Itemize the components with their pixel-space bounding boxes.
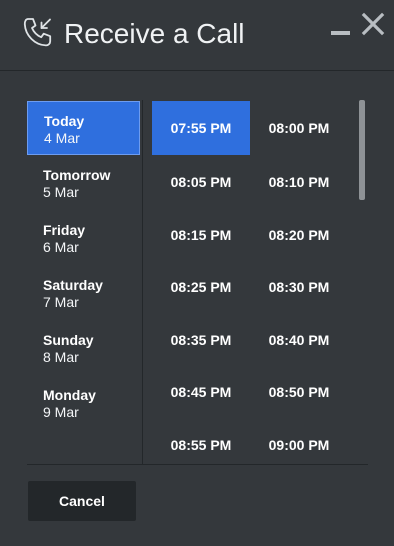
- time-slot[interactable]: 07:55 PM: [152, 101, 250, 155]
- time-slot[interactable]: 08:40 PM: [250, 313, 348, 367]
- day-date: 6 Mar: [43, 239, 79, 255]
- day-date: 8 Mar: [43, 349, 79, 365]
- day-date: 5 Mar: [43, 184, 79, 200]
- receive-call-dialog: Receive a Call Today 4 Mar Tomorrow 5 Ma…: [0, 0, 394, 546]
- close-icon[interactable]: [361, 12, 385, 36]
- day-item-tomorrow[interactable]: Tomorrow 5 Mar: [27, 156, 140, 210]
- day-name: Monday: [43, 387, 96, 403]
- time-slot[interactable]: 08:15 PM: [152, 208, 250, 262]
- day-date: 4 Mar: [44, 130, 80, 146]
- time-slot[interactable]: 08:10 PM: [250, 155, 348, 209]
- footer-divider: [27, 464, 368, 465]
- day-date: 9 Mar: [43, 404, 79, 420]
- day-item-sunday[interactable]: Sunday 8 Mar: [27, 321, 140, 375]
- time-scrollbar[interactable]: [359, 100, 365, 464]
- day-name: Sunday: [43, 332, 94, 348]
- day-list: Today 4 Mar Tomorrow 5 Mar Friday 6 Mar …: [27, 100, 143, 464]
- day-item-monday[interactable]: Monday 9 Mar: [27, 376, 140, 430]
- dialog-title: Receive a Call: [64, 18, 245, 49]
- title-bar: Receive a Call: [0, 0, 394, 71]
- day-item-friday[interactable]: Friday 6 Mar: [27, 211, 140, 265]
- time-slot[interactable]: 08:35 PM: [152, 313, 250, 367]
- scrollbar-thumb[interactable]: [359, 100, 365, 200]
- day-date: 7 Mar: [43, 294, 79, 310]
- time-slot[interactable]: 08:00 PM: [250, 101, 348, 155]
- day-name: Today: [44, 113, 85, 129]
- incoming-call-icon: [23, 18, 52, 47]
- time-slot[interactable]: 08:50 PM: [250, 365, 348, 419]
- day-item-saturday[interactable]: Saturday 7 Mar: [27, 266, 140, 320]
- cancel-button[interactable]: Cancel: [28, 481, 136, 521]
- day-name: Tomorrow: [43, 167, 111, 183]
- day-name: Friday: [43, 222, 86, 238]
- time-slot[interactable]: 08:05 PM: [152, 155, 250, 209]
- day-item-today[interactable]: Today 4 Mar: [27, 101, 140, 155]
- time-slot[interactable]: 08:45 PM: [152, 365, 250, 419]
- time-slot-grid: 07:55 PM 08:00 PM 08:05 PM 08:10 PM 08:1…: [142, 100, 352, 464]
- time-slot[interactable]: 08:55 PM: [152, 418, 250, 464]
- day-name: Saturday: [43, 277, 103, 293]
- minimize-icon[interactable]: [329, 22, 351, 38]
- time-slot[interactable]: 08:30 PM: [250, 260, 348, 314]
- time-slot[interactable]: 08:20 PM: [250, 208, 348, 262]
- time-slot[interactable]: 09:00 PM: [250, 418, 348, 464]
- time-slot[interactable]: 08:25 PM: [152, 260, 250, 314]
